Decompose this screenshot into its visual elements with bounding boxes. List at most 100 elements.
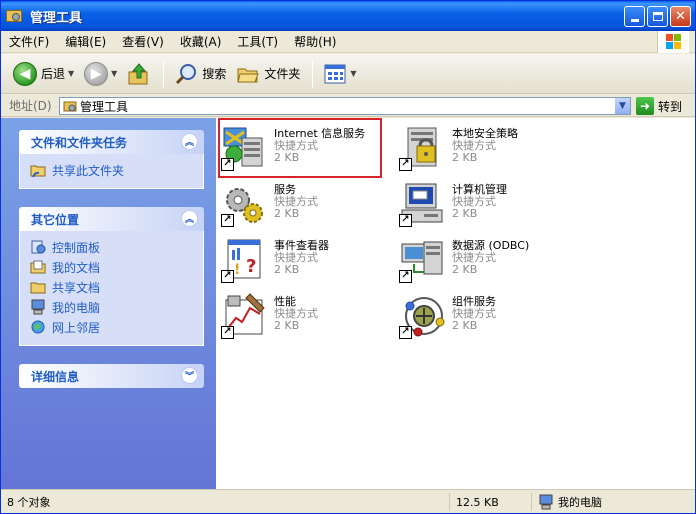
minimize-button[interactable] — [624, 6, 645, 27]
menu-edit[interactable]: 编辑(E) — [57, 33, 114, 50]
file-size: 2 KB — [452, 319, 478, 332]
place-label: 我的文档 — [52, 260, 101, 275]
file-item-computer-management[interactable]: ↗ 计算机管理 快捷方式 2 KB — [398, 180, 568, 230]
address-label: 地址(D) — [9, 99, 52, 113]
address-input[interactable]: 管理工具 ▼ — [59, 97, 631, 115]
total-size: 12.5 KB — [456, 495, 499, 509]
up-button[interactable] — [123, 59, 155, 89]
network-places-icon — [31, 320, 45, 334]
folders-label: 文件夹 — [264, 67, 301, 81]
admin-tools-icon — [63, 101, 77, 112]
status-location-cell: 我的电脑 — [531, 493, 693, 511]
status-size-cell: 12.5 KB — [449, 493, 527, 511]
address-bar: 地址(D) 管理工具 ▼ ➜ 转到 — [1, 95, 695, 117]
file-item-performance[interactable]: ↗ 性能 快捷方式 2 KB — [220, 292, 390, 342]
toolbar-divider — [163, 59, 165, 88]
views-button[interactable]: ▼ — [319, 59, 360, 89]
file-item-services[interactable]: ↗ 服务 快捷方式 2 KB — [220, 180, 390, 230]
selection-highlight-box — [218, 118, 382, 178]
maximize-icon — [652, 12, 663, 21]
file-size: 2 KB — [274, 263, 300, 276]
file-size: 2 KB — [452, 151, 478, 164]
computer-management-icon: ↗ — [398, 180, 446, 228]
file-item-local-security-policy[interactable]: ↗ 本地安全策略 快捷方式 2 KB — [398, 124, 568, 174]
go-button[interactable]: ➜ 转到 — [636, 97, 682, 115]
place-label: 共享文档 — [52, 280, 101, 295]
chevron-down-icon[interactable]: ▼ — [111, 69, 117, 78]
performance-icon: ↗ — [220, 292, 268, 340]
address-dropdown-button[interactable]: ▼ — [614, 98, 630, 114]
place-label: 控制面板 — [52, 240, 101, 255]
address-value: 管理工具 — [80, 99, 129, 114]
panel-title: 文件和文件夹任务 — [31, 135, 128, 150]
minimize-icon — [630, 19, 639, 22]
search-label: 搜索 — [202, 67, 227, 81]
title-bar[interactable]: 管理工具 ✕ — [1, 1, 695, 31]
menu-view[interactable]: 查看(V) — [114, 33, 172, 50]
folders-icon — [237, 68, 260, 82]
folders-button[interactable]: 文件夹 — [232, 59, 304, 89]
chevron-down-icon[interactable]: ︾ — [181, 367, 198, 384]
explorer-window: 管理工具 ✕ 文件(F) 编辑(E) 查看(V) 收藏(A) 工具(T) 帮助(… — [0, 0, 696, 514]
shortcut-arrow-icon: ↗ — [221, 214, 234, 227]
object-count: 8 个对象 — [7, 496, 51, 509]
place-shared-documents[interactable]: 共享文档 — [30, 277, 193, 297]
task-pane: 文件和文件夹任务 ︽ 共享此文件夹 其它位置 ︽ 控制面板 我的文档 共享文档 … — [1, 118, 216, 489]
menu-help[interactable]: 帮助(H) — [286, 33, 344, 50]
file-item-component-services[interactable]: ↗ 组件服务 快捷方式 2 KB — [398, 292, 568, 342]
panel-header[interactable]: 详细信息 ︾ — [19, 364, 204, 388]
chevron-down-icon[interactable]: ▼ — [350, 69, 356, 78]
place-my-computer[interactable]: 我的电脑 — [30, 297, 193, 317]
toolbar: ◀ 后退 ▼ ▶ ▼ 搜索 文件夹 ▼ — [1, 54, 695, 94]
details-panel: 详细信息 ︾ — [19, 364, 204, 388]
search-icon — [176, 63, 197, 84]
file-item-odbc[interactable]: ↗ 数据源 (ODBC) 快捷方式 2 KB — [398, 236, 568, 286]
menu-bar: 文件(F) 编辑(E) 查看(V) 收藏(A) 工具(T) 帮助(H) — [1, 31, 695, 53]
window-title: 管理工具 — [30, 10, 83, 26]
place-network-places[interactable]: 网上邻居 — [30, 317, 193, 337]
place-control-panel[interactable]: 控制面板 — [30, 237, 193, 257]
task-share-folder[interactable]: 共享此文件夹 — [30, 160, 193, 180]
svg-text:?: ? — [246, 256, 256, 277]
forward-arrow-icon: ▶ — [84, 61, 109, 86]
forward-button[interactable]: ▶ ▼ — [80, 59, 121, 89]
other-places-panel: 其它位置 ︽ 控制面板 我的文档 共享文档 我的电脑 网上邻居 — [19, 207, 204, 346]
back-label: 后退 — [41, 67, 66, 81]
back-button[interactable]: ◀ 后退 ▼ — [9, 59, 78, 89]
shortcut-arrow-icon: ↗ — [221, 270, 234, 283]
my-computer-icon — [539, 494, 553, 510]
file-size: 2 KB — [452, 207, 478, 220]
file-item-event-viewer[interactable]: ? ! ↗ 事件查看器 快捷方式 2 KB — [220, 236, 390, 286]
maximize-button[interactable] — [647, 6, 668, 27]
my-computer-icon — [31, 299, 45, 315]
place-label: 网上邻居 — [52, 320, 101, 335]
file-size: 2 KB — [274, 207, 300, 220]
menu-tools[interactable]: 工具(T) — [229, 33, 286, 50]
chevron-up-icon[interactable]: ︽ — [181, 133, 198, 150]
control-panel-icon — [31, 240, 46, 254]
search-button[interactable]: 搜索 — [170, 59, 230, 89]
shortcut-arrow-icon: ↗ — [399, 158, 412, 171]
chevron-down-icon: ▼ — [619, 101, 626, 111]
menu-file[interactable]: 文件(F) — [1, 33, 57, 50]
status-bar: 8 个对象 12.5 KB 我的电脑 — [1, 489, 695, 513]
panel-header[interactable]: 文件和文件夹任务 ︽ — [19, 130, 204, 154]
views-icon — [324, 64, 346, 83]
chevron-up-icon[interactable]: ︽ — [181, 210, 198, 227]
shared-documents-icon — [30, 282, 46, 294]
windows-logo-icon — [657, 31, 689, 53]
component-services-icon: ↗ — [398, 292, 446, 340]
close-icon: ✕ — [675, 9, 686, 24]
chevron-down-icon[interactable]: ▼ — [68, 69, 74, 78]
shortcut-arrow-icon: ↗ — [399, 214, 412, 227]
place-my-documents[interactable]: 我的文档 — [30, 257, 193, 277]
panel-header[interactable]: 其它位置 ︽ — [19, 207, 204, 231]
location-label: 我的电脑 — [558, 496, 602, 509]
close-button[interactable]: ✕ — [670, 6, 691, 27]
share-folder-icon — [30, 165, 46, 178]
shortcut-arrow-icon: ↗ — [221, 326, 234, 339]
file-size: 2 KB — [274, 319, 300, 332]
menu-favorites[interactable]: 收藏(A) — [172, 33, 230, 50]
shortcut-arrow-icon: ↗ — [399, 270, 412, 283]
admin-tools-icon — [6, 8, 24, 24]
